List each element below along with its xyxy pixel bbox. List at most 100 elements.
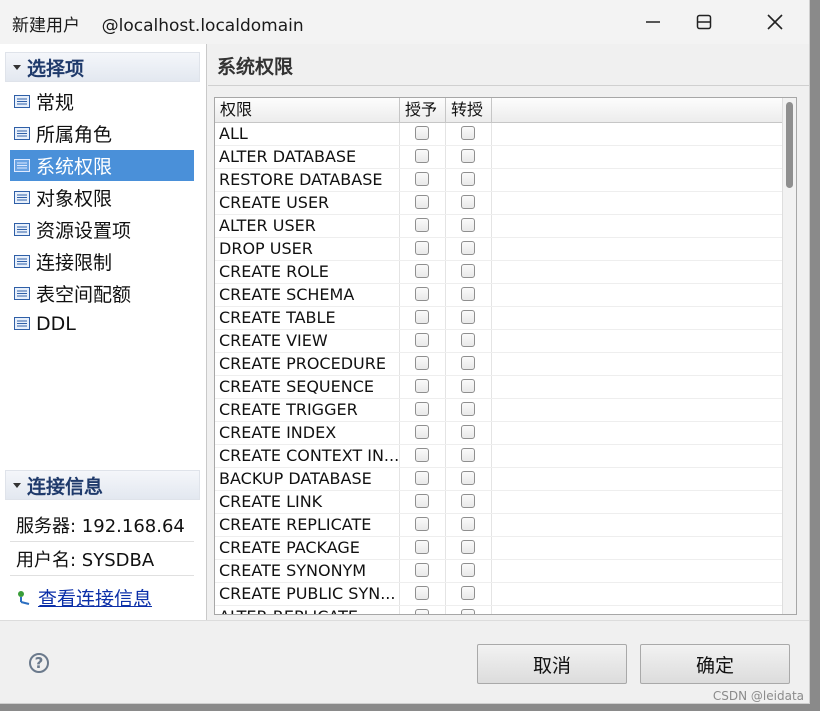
privilege-name: CREATE PACKAGE (215, 537, 400, 559)
privilege-name: RESTORE DATABASE (215, 169, 400, 191)
maximize-button[interactable] (681, 0, 727, 44)
table-row[interactable]: CREATE ROLE (215, 261, 796, 284)
regrant-checkbox[interactable] (461, 540, 475, 554)
column-header-privilege[interactable]: 权限 (215, 98, 400, 122)
table-row[interactable]: CREATE SCHEMA (215, 284, 796, 307)
minimize-button-2[interactable] (630, 0, 676, 44)
regrant-checkbox[interactable] (461, 126, 475, 140)
grant-checkbox[interactable] (415, 195, 429, 209)
regrant-checkbox[interactable] (461, 172, 475, 186)
regrant-checkbox[interactable] (461, 402, 475, 416)
table-row[interactable]: ALTER USER (215, 215, 796, 238)
regrant-checkbox[interactable] (461, 310, 475, 324)
table-row[interactable]: ALTER DATABASE (215, 146, 796, 169)
vertical-scrollbar[interactable] (782, 98, 796, 614)
grant-checkbox[interactable] (415, 218, 429, 232)
help-icon[interactable]: ? (29, 653, 49, 673)
table-row[interactable]: CREATE SEQUENCE (215, 376, 796, 399)
regrant-checkbox[interactable] (461, 425, 475, 439)
view-connection-link[interactable]: 查看连接信息 (16, 584, 152, 611)
column-header-grant[interactable]: 授予 (400, 98, 446, 122)
grant-checkbox[interactable] (415, 149, 429, 163)
conn-section-header[interactable]: 连接信息 (5, 470, 200, 500)
grant-checkbox[interactable] (415, 356, 429, 370)
regrant-checkbox[interactable] (461, 195, 475, 209)
nav-item[interactable]: 表空间配额 (10, 278, 194, 309)
regrant-checkbox[interactable] (461, 379, 475, 393)
grant-checkbox[interactable] (415, 310, 429, 324)
grant-checkbox[interactable] (415, 264, 429, 278)
grant-checkbox[interactable] (415, 517, 429, 531)
grant-checkbox[interactable] (415, 540, 429, 554)
nav-item[interactable]: 所属角色 (10, 118, 194, 149)
table-row[interactable]: CREATE INDEX (215, 422, 796, 445)
nav-item-label: 连接限制 (36, 252, 113, 274)
table-row[interactable]: CREATE USER (215, 192, 796, 215)
table-row[interactable]: CREATE CONTEXT IN... (215, 445, 796, 468)
regrant-checkbox[interactable] (461, 609, 475, 614)
table-row[interactable]: RESTORE DATABASE (215, 169, 796, 192)
grant-checkbox[interactable] (415, 609, 429, 614)
close-button[interactable] (752, 0, 798, 44)
grant-checkbox[interactable] (415, 379, 429, 393)
table-row[interactable]: CREATE PUBLIC SYN... (215, 583, 796, 606)
table-row[interactable]: CREATE PROCEDURE (215, 353, 796, 376)
nav-item[interactable]: 对象权限 (10, 182, 194, 213)
table-row[interactable]: BACKUP DATABASE (215, 468, 796, 491)
grant-checkbox[interactable] (415, 448, 429, 462)
regrant-checkbox[interactable] (461, 517, 475, 531)
grant-checkbox[interactable] (415, 126, 429, 140)
table-row[interactable]: CREATE VIEW (215, 330, 796, 353)
regrant-checkbox[interactable] (461, 563, 475, 577)
nav-item[interactable]: 连接限制 (10, 246, 194, 277)
regrant-cell (446, 445, 492, 467)
grant-cell (400, 330, 446, 352)
grant-checkbox[interactable] (415, 494, 429, 508)
close-icon (767, 14, 783, 30)
privilege-table: 权限 授予 转授 ALL ALTER DATABASE RESTORE DATABA… (214, 97, 797, 615)
column-header-regrant[interactable]: 转授 (446, 98, 492, 122)
grant-cell (400, 123, 446, 145)
table-row[interactable]: ALL (215, 123, 796, 146)
table-row[interactable]: ALTER REPLICATE (215, 606, 796, 614)
grant-checkbox[interactable] (415, 333, 429, 347)
grant-checkbox[interactable] (415, 563, 429, 577)
table-row[interactable]: CREATE REPLICATE (215, 514, 796, 537)
cancel-button[interactable]: 取消 (477, 644, 627, 684)
nav-item[interactable]: 资源设置项 (10, 214, 194, 245)
regrant-checkbox[interactable] (461, 287, 475, 301)
grant-checkbox[interactable] (415, 425, 429, 439)
regrant-checkbox[interactable] (461, 586, 475, 600)
regrant-checkbox[interactable] (461, 333, 475, 347)
grant-checkbox[interactable] (415, 471, 429, 485)
table-row[interactable]: DROP USER (215, 238, 796, 261)
nav-item-label: 对象权限 (36, 188, 113, 210)
grant-checkbox[interactable] (415, 586, 429, 600)
table-row[interactable]: CREATE LINK (215, 491, 796, 514)
nav-item[interactable]: DDL (10, 308, 194, 339)
regrant-checkbox[interactable] (461, 241, 475, 255)
ok-button[interactable]: 确定 (640, 644, 790, 684)
regrant-checkbox[interactable] (461, 264, 475, 278)
table-row[interactable]: CREATE TABLE (215, 307, 796, 330)
table-row[interactable]: CREATE SYNONYM (215, 560, 796, 583)
nav-item[interactable]: 常规 (10, 86, 194, 117)
scrollbar-thumb[interactable] (786, 102, 793, 188)
privilege-name: CREATE PUBLIC SYN... (215, 583, 400, 605)
grant-checkbox[interactable] (415, 287, 429, 301)
regrant-checkbox[interactable] (461, 448, 475, 462)
regrant-checkbox[interactable] (461, 149, 475, 163)
regrant-checkbox[interactable] (461, 471, 475, 485)
grant-checkbox[interactable] (415, 172, 429, 186)
nav-item[interactable]: 系统权限 (10, 150, 194, 181)
grant-checkbox[interactable] (415, 402, 429, 416)
regrant-checkbox[interactable] (461, 494, 475, 508)
view-connection-label[interactable]: 查看连接信息 (38, 584, 152, 611)
select-section-header[interactable]: 选择项 (5, 52, 200, 82)
regrant-checkbox[interactable] (461, 356, 475, 370)
table-row[interactable]: CREATE TRIGGER (215, 399, 796, 422)
grant-checkbox[interactable] (415, 241, 429, 255)
regrant-checkbox[interactable] (461, 218, 475, 232)
button-bar: ? 取消 确定 (0, 620, 809, 703)
table-row[interactable]: CREATE PACKAGE (215, 537, 796, 560)
